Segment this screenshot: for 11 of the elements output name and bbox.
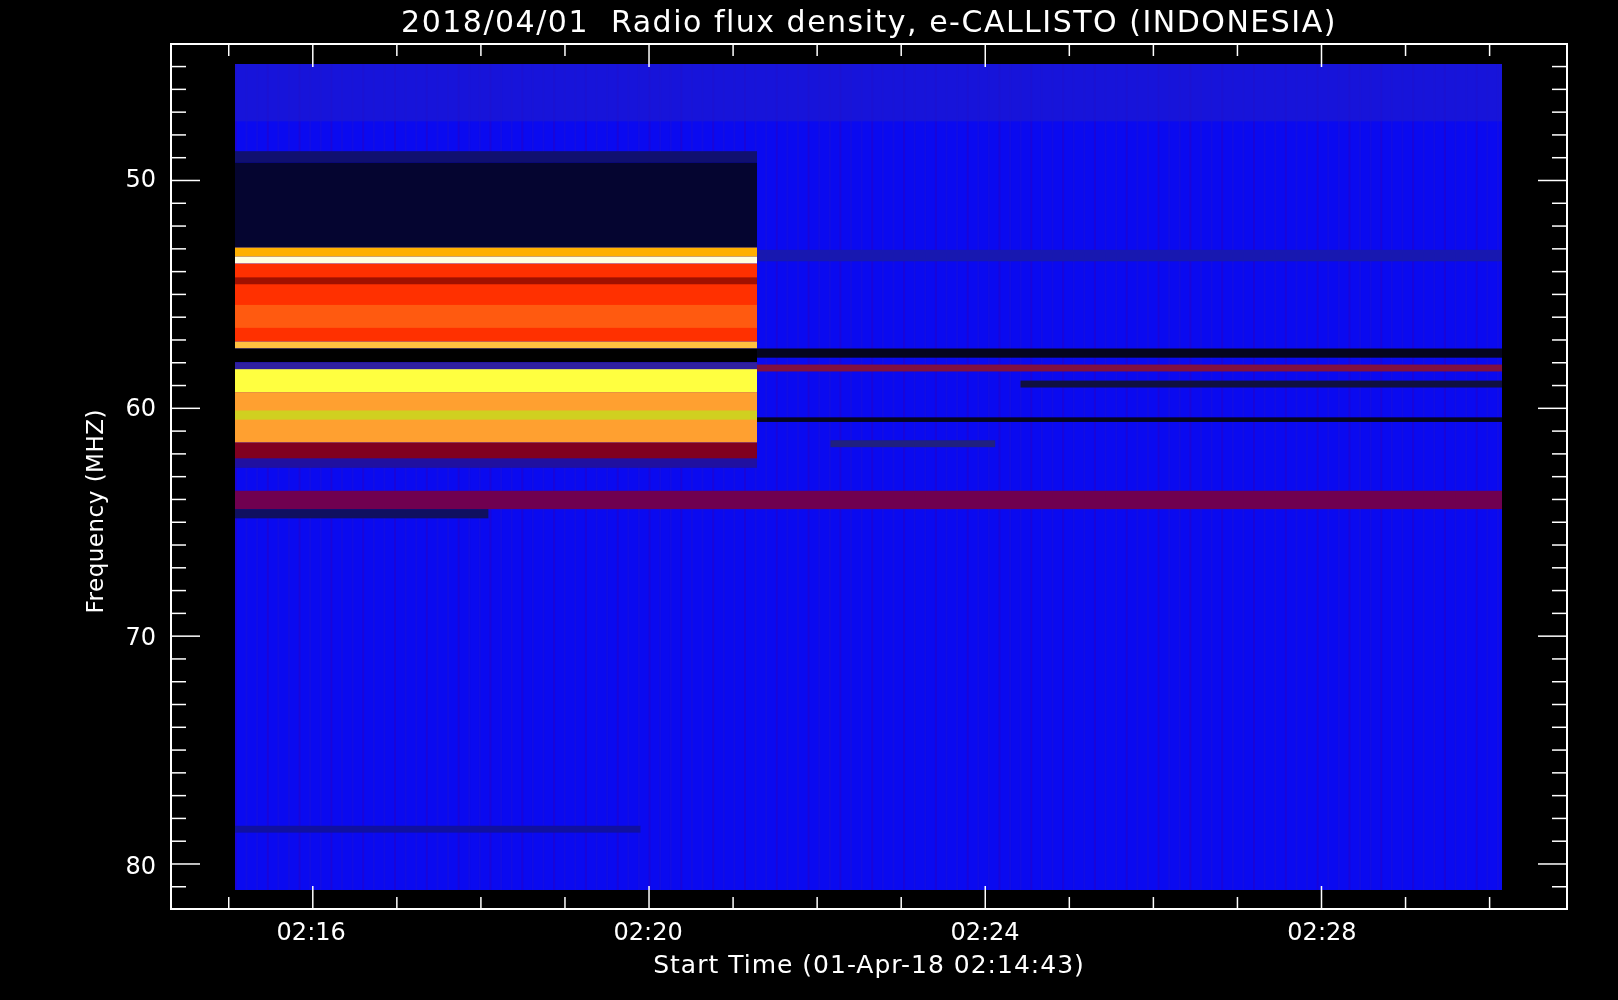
y-tick-label: 80 [125, 851, 156, 880]
x-axis-label: Start Time (01-Apr-18 02:14:43) [652, 950, 1086, 979]
y-tick-label: 60 [125, 394, 156, 422]
x-tick-label: 02:20 [613, 918, 683, 946]
y-tick-label: 70 [125, 622, 156, 651]
x-tick-label: 02:28 [1287, 918, 1357, 946]
y-axis-label: Frequency (MHZ) [82, 409, 108, 614]
chart-title: 2018/04/01 Radio flux density, e-CALLISTO (INDONESIA) [400, 3, 1338, 41]
x-tick-label: 02:16 [276, 918, 346, 946]
x-tick-label: 02:24 [950, 918, 1020, 946]
y-tick-label: 50 [125, 165, 156, 194]
